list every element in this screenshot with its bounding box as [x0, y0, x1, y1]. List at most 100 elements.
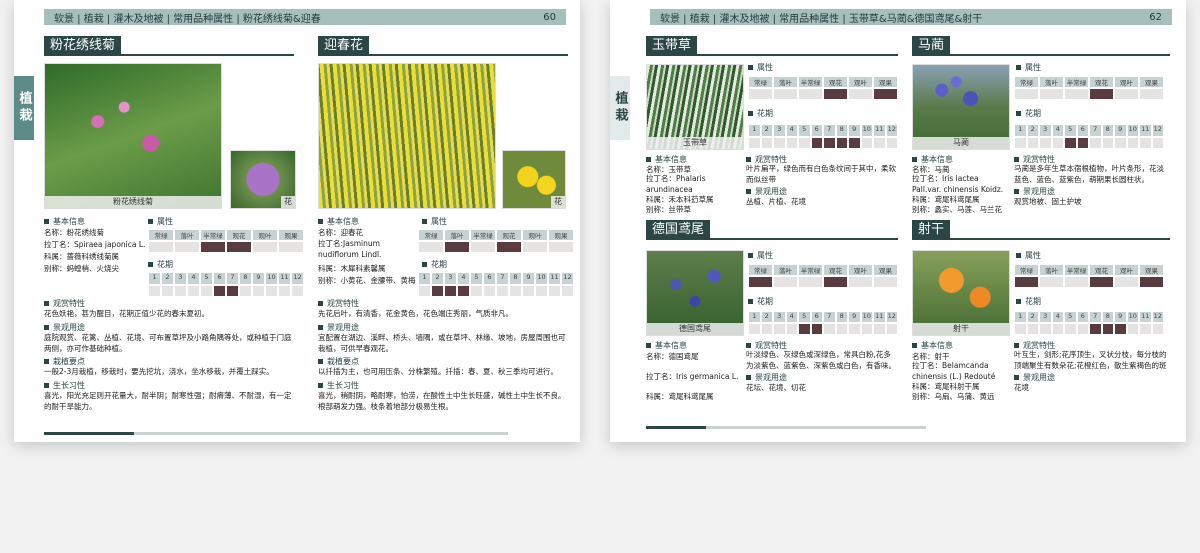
- month-label: 6: [810, 124, 823, 137]
- month-label: 1: [1014, 311, 1027, 323]
- attr-label: 观叶: [848, 264, 873, 276]
- plant-name: 名称：迎春花: [318, 228, 363, 237]
- month-label: 10: [1126, 311, 1139, 323]
- page-header: 软景 | 植栽 | 灌木及地被 | 常用品种属性 | 玉带草&马蔺&德国鸢尾&射…: [650, 9, 1172, 25]
- attribute-grid: 常绿 落叶 半常绿 观花 观叶 观果: [748, 264, 898, 276]
- month-values: [748, 137, 898, 149]
- page-right: 软景 | 植栽 | 灌木及地被 | 常用品种属性 | 玉带草&马蔺&德国鸢尾&射…: [610, 0, 1186, 442]
- attribute-grid: 常绿 落叶 半常绿 观花 观叶 观果: [1014, 264, 1164, 276]
- attribute-values: [1014, 88, 1164, 100]
- month-label: 12: [885, 311, 898, 323]
- month-label: 8: [509, 272, 522, 285]
- attr-label: 落叶: [773, 264, 798, 276]
- month-values: [1014, 323, 1164, 335]
- month-label: 11: [1139, 124, 1152, 137]
- plant-alias: 别称：乌扇、乌蒲、黄远: [912, 392, 995, 401]
- month-label: 5: [200, 272, 213, 285]
- landscape-text: 花境: [1014, 383, 1029, 392]
- month-label: 3: [1039, 124, 1052, 137]
- attr-label: 观花: [496, 229, 522, 241]
- attr-label: 落叶: [444, 229, 470, 241]
- plant-latin: 拉丁名:Jasminum nudiflorum Lindl.: [318, 239, 382, 259]
- month-label: 1: [748, 311, 761, 323]
- month-label: 6: [1076, 124, 1089, 137]
- plant-alias: 别称：蠡实、马莲、马兰花: [912, 205, 1002, 214]
- footer-bar: [44, 432, 508, 435]
- landscape-text: 庭院观赏、花篱、丛植、花境、可布置草坪及小路角隅等处，或种植于门庭两侧，亦可作基…: [44, 333, 292, 353]
- attr-label: 观花: [1089, 264, 1114, 276]
- landscape-text: 宜配置在湖边、溪畔、桥头、墙隅，或在草坪、林缘、坡地，房屋周围也可栽植，可供早春…: [318, 333, 566, 353]
- attr-label: 半常绿: [798, 264, 823, 276]
- month-label: 7: [496, 272, 509, 285]
- month-label: 5: [470, 272, 483, 285]
- section-heading: 基本信息: [646, 340, 687, 351]
- cultivation-text: 以扦插为主，也可用压条、分株繁殖。扦插：春、夏、秋三季均可进行。: [318, 367, 558, 376]
- section-heading: 花期: [1016, 108, 1041, 119]
- habit-text: 喜光，阳光充足则开花量大，耐半阴；耐寒性强；耐瘠薄、不耐湿，有一定的耐干旱能力。: [44, 391, 292, 411]
- attr-label: 观叶: [252, 229, 278, 241]
- attribute-grid: 常绿 落叶 半常绿 观花 观叶 观果: [748, 76, 898, 88]
- attribute-grid: 常绿 落叶 半常绿 观花 观叶 观果: [148, 229, 304, 241]
- attr-label: 落叶: [1039, 264, 1064, 276]
- photo-caption: 德国鸢尾: [647, 323, 743, 335]
- attr-label: 观果: [873, 76, 898, 88]
- ornamental-text: 花色妖艳，甚为醒目，花期正值少花的春末夏初。: [44, 309, 209, 318]
- month-grid: 1 2 3 4 5 6 7 8 9 10 11 12: [748, 124, 898, 137]
- attr-label: 观叶: [522, 229, 548, 241]
- month-label: 3: [174, 272, 187, 285]
- title-rule: [44, 54, 294, 56]
- month-label: 3: [773, 124, 786, 137]
- attr-label: 常绿: [418, 229, 444, 241]
- month-label: 10: [265, 272, 278, 285]
- ornamental-text: 叶片扁平，绿色而有白色条纹间于其中，柔软而似丝带: [746, 164, 896, 184]
- month-label: 6: [483, 272, 496, 285]
- plant-photo: 粉花绣线菊: [44, 63, 222, 209]
- section-heading: 生长习性: [318, 380, 359, 391]
- attr-label: 观果: [873, 264, 898, 276]
- page-number: 60: [543, 11, 556, 23]
- ornamental-text: 马蔺是多年生草本宿根植物，叶片条形，花淡蓝色、蓝色、蓝紫色，萌期果长圆柱状。: [1014, 164, 1164, 184]
- attr-label: 落叶: [773, 76, 798, 88]
- month-label: 10: [860, 124, 873, 137]
- month-label: 2: [431, 272, 444, 285]
- side-tab: 植栽: [610, 76, 630, 140]
- section-heading: 属性: [748, 62, 773, 73]
- page-left: 软景 | 植栽 | 灌木及地被 | 常用品种属性 | 粉花绣线菊&迎春 60 植…: [14, 0, 580, 442]
- attr-label: 观花: [1089, 76, 1114, 88]
- plant-title: 迎春花: [318, 36, 370, 56]
- photo-caption: 花: [551, 196, 565, 208]
- month-label: 1: [148, 272, 161, 285]
- month-label: 10: [535, 272, 548, 285]
- attr-label: 常绿: [148, 229, 174, 241]
- section-heading: 花期: [1016, 296, 1041, 307]
- section-heading: 生长习性: [44, 380, 85, 391]
- attr-label: 观花: [823, 264, 848, 276]
- plant-latin: 拉丁名：Spiraea japonica L. f.: [44, 240, 153, 249]
- month-label: 8: [1101, 311, 1114, 323]
- month-label: 6: [213, 272, 226, 285]
- photo-caption: 粉花绣线菊: [45, 196, 221, 208]
- month-label: 4: [1051, 311, 1064, 323]
- attr-label: 观果: [1139, 76, 1164, 88]
- month-label: 9: [848, 311, 861, 323]
- month-label: 9: [1114, 124, 1127, 137]
- attribute-values: [148, 241, 304, 253]
- month-label: 1: [748, 124, 761, 137]
- plant-title: 马蔺: [912, 36, 951, 56]
- plant-latin: 拉丁名：Belamcanda chinensis (L.) Redouté: [912, 361, 996, 381]
- attr-label: 半常绿: [798, 76, 823, 88]
- plant-name: 名称：德国鸢尾: [646, 352, 699, 361]
- month-grid: 1 2 3 4 5 6 7 8 9 10 11 12: [148, 272, 304, 285]
- footer-bar: [646, 426, 926, 429]
- attr-label: 观叶: [1114, 76, 1139, 88]
- month-label: 9: [1114, 311, 1127, 323]
- month-label: 8: [239, 272, 252, 285]
- month-label: 12: [1151, 124, 1164, 137]
- section-heading: 景观用途: [44, 322, 85, 333]
- attr-label: 观果: [1139, 264, 1164, 276]
- photo-caption: 马蔺: [913, 137, 1009, 149]
- page-number: 62: [1149, 11, 1162, 23]
- attr-label: 观果: [278, 229, 304, 241]
- attr-label: 半常绿: [1064, 76, 1089, 88]
- section-heading: 基本信息: [44, 216, 85, 227]
